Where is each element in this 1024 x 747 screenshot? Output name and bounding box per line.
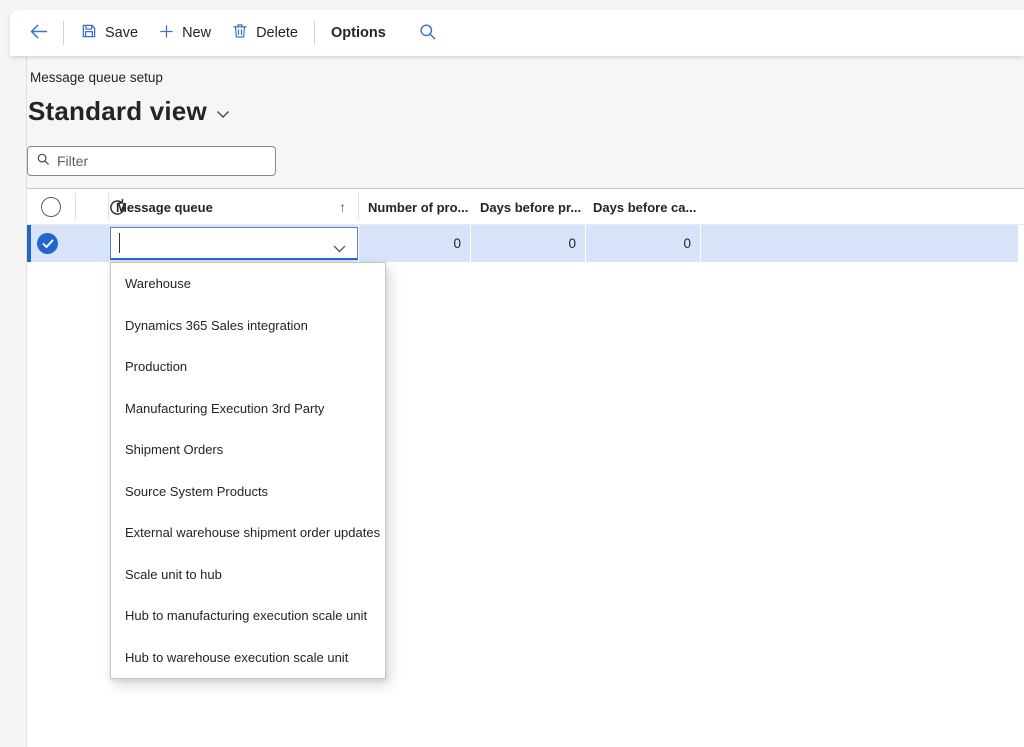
view-title: Standard view <box>28 96 207 127</box>
combobox-chevron-down-icon[interactable] <box>333 240 346 258</box>
cell-number-of-pro[interactable]: 0 <box>358 225 470 262</box>
dropdown-option-production[interactable]: Production <box>111 346 385 388</box>
toolbar-search-button[interactable] <box>410 16 445 51</box>
delete-button[interactable]: Delete <box>221 16 308 50</box>
row-selected-checkmark-icon[interactable] <box>37 233 58 254</box>
delete-label: Delete <box>256 25 298 41</box>
column-header-days-before-pr[interactable]: Days before pr... <box>480 189 581 225</box>
filter-search-icon <box>36 152 50 171</box>
column-divider <box>358 193 359 220</box>
filter-input[interactable] <box>57 153 267 169</box>
toolbar-divider <box>314 21 315 45</box>
dropdown-option-dynamics-365-sales-integration[interactable]: Dynamics 365 Sales integration <box>111 305 385 347</box>
cell-days-before-ca[interactable]: 0 <box>585 225 700 262</box>
dropdown-option-shipment-orders[interactable]: Shipment Orders <box>111 429 385 471</box>
cell-days-before-pr[interactable]: 0 <box>470 225 585 262</box>
grid-header-row: Message queue ↑ Number of pro... Days be… <box>27 188 1024 225</box>
new-button[interactable]: New <box>148 17 221 50</box>
save-label: Save <box>105 25 138 41</box>
dropdown-option-hub-to-manufacturing-execution-scale-unit[interactable]: Hub to manufacturing execution scale uni… <box>111 595 385 637</box>
search-icon <box>418 22 437 45</box>
message-queue-dropdown: Warehouse Dynamics 365 Sales integration… <box>110 262 386 679</box>
message-queue-combobox[interactable] <box>110 227 358 260</box>
page-caption: Message queue setup <box>30 70 163 85</box>
column-divider <box>75 193 76 220</box>
cell-divider <box>700 225 701 262</box>
dropdown-option-external-warehouse-shipment-order-updates[interactable]: External warehouse shipment order update… <box>111 512 385 554</box>
dropdown-option-source-system-products[interactable]: Source System Products <box>111 471 385 513</box>
text-caret <box>119 233 120 253</box>
column-header-days-before-ca[interactable]: Days before ca... <box>593 189 696 225</box>
dropdown-option-scale-unit-to-hub[interactable]: Scale unit to hub <box>111 554 385 596</box>
save-button[interactable]: Save <box>70 16 148 50</box>
selected-row-indicator <box>27 225 31 262</box>
new-label: New <box>182 25 211 41</box>
dropdown-option-manufacturing-execution-3rd-party[interactable]: Manufacturing Execution 3rd Party <box>111 388 385 430</box>
dropdown-option-warehouse[interactable]: Warehouse <box>111 263 385 305</box>
sort-ascending-icon: ↑ <box>339 189 346 225</box>
trash-icon <box>231 22 249 44</box>
options-menu-button[interactable]: Options <box>321 19 396 47</box>
select-all-checkbox[interactable] <box>41 197 61 217</box>
action-pane: Save New Delete Options <box>10 10 1024 56</box>
column-divider <box>108 193 109 220</box>
column-header-number-of-pro[interactable]: Number of pro... <box>368 189 468 225</box>
grid-filter[interactable] <box>27 146 276 176</box>
column-header-message-queue[interactable]: Message queue <box>116 189 213 225</box>
plus-icon <box>158 23 175 44</box>
view-selector-chevron-icon[interactable] <box>216 106 230 124</box>
page-header: Message queue setup Standard view <box>27 56 1024 188</box>
options-label: Options <box>331 25 386 41</box>
dropdown-option-hub-to-warehouse-execution-scale-unit[interactable]: Hub to warehouse execution scale unit <box>111 637 385 679</box>
save-icon <box>80 22 98 44</box>
back-arrow-icon <box>28 21 49 46</box>
back-button[interactable] <box>20 15 57 52</box>
toolbar-divider <box>63 21 64 45</box>
